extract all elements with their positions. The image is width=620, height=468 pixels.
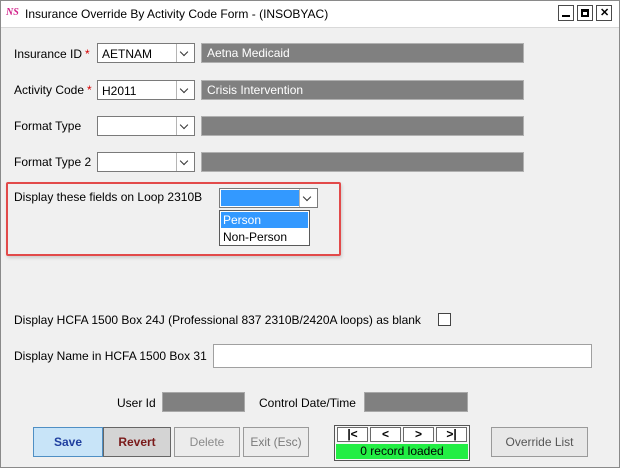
format-type-2-label: Format Type 2 [14, 155, 92, 169]
chevron-down-icon[interactable] [176, 153, 194, 171]
format-type-2-description [201, 152, 524, 172]
form-window: NS Insurance Override By Activity Code F… [0, 0, 620, 468]
minimize-button[interactable] [558, 5, 574, 21]
insurance-id-combo[interactable]: AETNAM [97, 43, 195, 63]
app-logo-icon: NS [6, 7, 19, 18]
format-type-2-combo[interactable] [97, 152, 195, 172]
format-type-label: Format Type [14, 119, 82, 133]
activity-code-value: H2011 [102, 84, 137, 98]
window-title: Insurance Override By Activity Code Form… [25, 7, 329, 21]
hcfa-box31-input[interactable] [213, 344, 592, 368]
chevron-down-icon[interactable] [176, 117, 194, 135]
close-button[interactable] [596, 5, 612, 21]
control-date-label: Control Date/Time [259, 396, 356, 410]
dropdown-option-non-person[interactable]: Non-Person [221, 229, 308, 245]
user-id-field [162, 392, 245, 412]
hcfa-box31-label: Display Name in HCFA 1500 Box 31 [14, 349, 207, 363]
title-bar: NS Insurance Override By Activity Code F… [1, 1, 619, 28]
hcfa-box24j-checkbox[interactable] [438, 313, 451, 326]
save-button[interactable]: Save [33, 427, 103, 457]
loop-2310b-dropdown: Person Non-Person [219, 210, 310, 246]
user-id-label: User Id [117, 396, 156, 410]
delete-button[interactable]: Delete [174, 427, 240, 457]
record-status: 0 record loaded [336, 444, 468, 459]
dropdown-option-person[interactable]: Person [221, 212, 308, 228]
required-marker: * [85, 47, 90, 61]
chevron-down-icon[interactable] [176, 44, 194, 62]
insurance-id-value: AETNAM [102, 47, 153, 61]
maximize-button[interactable] [577, 5, 593, 21]
insurance-id-label: Insurance ID * [14, 47, 90, 61]
hcfa-box24j-label: Display HCFA 1500 Box 24J (Professional … [14, 313, 421, 327]
exit-button[interactable]: Exit (Esc) [243, 427, 309, 457]
activity-description: Crisis Intervention [201, 80, 524, 100]
last-record-button[interactable]: >| [436, 427, 467, 442]
chevron-down-icon[interactable] [176, 81, 194, 99]
required-marker: * [87, 83, 92, 97]
revert-button[interactable]: Revert [103, 427, 171, 457]
activity-code-combo[interactable]: H2011 [97, 80, 195, 100]
chevron-down-icon[interactable] [299, 189, 317, 207]
combo-selection-fill [221, 190, 300, 206]
format-type-description [201, 116, 524, 136]
record-navigator: |< < > >| 0 record loaded [334, 425, 470, 461]
format-type-combo[interactable] [97, 116, 195, 136]
insurance-description: Aetna Medicaid [201, 43, 524, 63]
first-record-button[interactable]: |< [337, 427, 368, 442]
loop-2310b-combo[interactable] [219, 188, 318, 208]
previous-record-button[interactable]: < [370, 427, 401, 442]
next-record-button[interactable]: > [403, 427, 434, 442]
activity-code-label: Activity Code * [14, 83, 92, 97]
loop-2310b-label: Display these fields on Loop 2310B [14, 190, 203, 204]
control-date-field [364, 392, 468, 412]
override-list-button[interactable]: Override List [491, 427, 588, 457]
